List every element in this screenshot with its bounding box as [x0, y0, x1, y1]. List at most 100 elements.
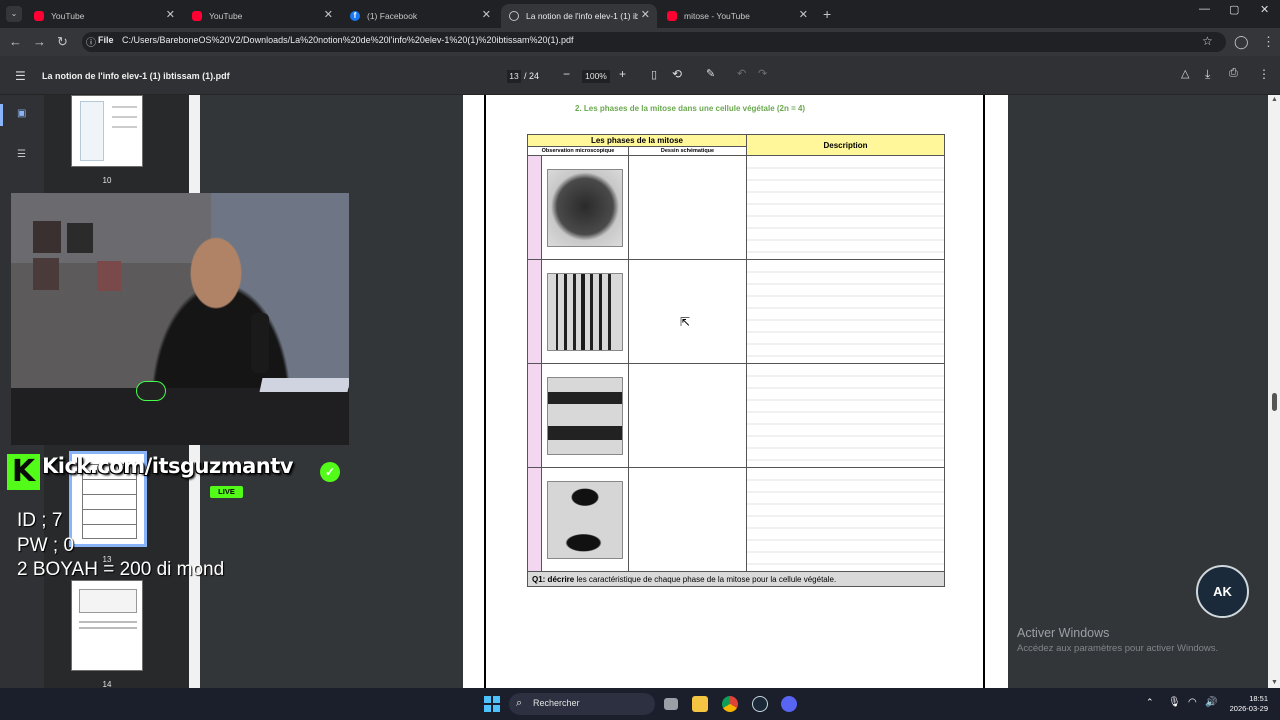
- drawing-cell[interactable]: [628, 155, 747, 260]
- close-icon[interactable]: ✕: [482, 8, 491, 21]
- tab-mitose-youtube[interactable]: mitose - YouTube ✕: [659, 4, 815, 28]
- window-close-button[interactable]: ✕: [1260, 3, 1269, 16]
- zoom-input[interactable]: 100%: [582, 70, 610, 83]
- back-arrow-icon[interactable]: ←: [9, 34, 22, 50]
- tab-search-button[interactable]: ⌄: [6, 6, 22, 22]
- close-icon[interactable]: ✕: [324, 8, 333, 21]
- description-cell[interactable]: [746, 363, 945, 468]
- document-scrollbar[interactable]: [1268, 95, 1280, 688]
- pdf-title: La notion de l'info elev-1 (1) ibtissam …: [42, 71, 230, 81]
- annotate-icon[interactable]: ✎: [706, 67, 715, 80]
- mitosis-table: Les phases de la mitose Description Obse…: [527, 134, 945, 587]
- tray-chevron-icon[interactable]: ⌃: [1146, 697, 1154, 708]
- volume-icon[interactable]: 🔊: [1205, 697, 1217, 708]
- table-row: [527, 155, 945, 260]
- question-text: les caractéristique de chaque phase de l…: [574, 574, 837, 584]
- table-row: [527, 467, 945, 572]
- microphone: [251, 313, 269, 373]
- tab-youtube-2[interactable]: YouTube ✕: [184, 4, 340, 28]
- restore-button[interactable]: ▢: [1229, 3, 1239, 16]
- table-row: [527, 363, 945, 468]
- page-number-input[interactable]: 13: [507, 70, 521, 83]
- rotate-icon[interactable]: ⟲: [672, 67, 682, 81]
- wall-poster: [67, 223, 93, 253]
- url-text[interactable]: C:/Users/BareboneOS%20V2/Downloads/La%20…: [122, 35, 573, 45]
- tab-youtube-1[interactable]: YouTube ✕: [26, 4, 182, 28]
- close-icon[interactable]: ✕: [799, 8, 808, 21]
- file-explorer-icon[interactable]: [692, 696, 708, 712]
- page-border: [484, 95, 486, 688]
- question-label: Q1: décrire: [532, 574, 575, 584]
- activate-windows-title: Activer Windows: [1017, 626, 1110, 640]
- bookmark-star-icon[interactable]: ☆: [1202, 34, 1213, 48]
- close-icon[interactable]: ✕: [166, 8, 175, 21]
- micro-image-cell: [541, 467, 629, 572]
- kick-url: Kick.com/itsguzmantv: [42, 454, 293, 478]
- tab-title: mitose - YouTube: [684, 11, 750, 21]
- desk: [11, 388, 349, 445]
- scrollbar-thumb[interactable]: [1272, 393, 1277, 411]
- zoom-in-icon[interactable]: +: [619, 67, 626, 81]
- activate-windows-subtitle: Accédez aux paramètres pour activer Wind…: [1017, 643, 1219, 654]
- drive-icon[interactable]: △: [1181, 67, 1189, 80]
- scroll-down-icon[interactable]: ▼: [1271, 679, 1278, 686]
- outline-icon[interactable]: ☰: [17, 149, 26, 160]
- info-icon[interactable]: ⓘ: [86, 34, 96, 49]
- tab-pdf[interactable]: La notion de l'info elev-1 (1) ib ✕: [501, 4, 657, 28]
- page-thumbnail-10[interactable]: [71, 95, 143, 167]
- drawing-cell[interactable]: [628, 363, 747, 468]
- description-cell[interactable]: [746, 259, 945, 364]
- drawing-subheader: Dessin schématique: [628, 146, 747, 156]
- menu-dots-icon[interactable]: ⋮: [1262, 34, 1275, 50]
- tab-title: YouTube: [209, 11, 243, 21]
- reload-icon[interactable]: ↻: [57, 34, 68, 50]
- discord-icon[interactable]: [781, 696, 797, 712]
- forward-arrow-icon[interactable]: →: [33, 34, 46, 50]
- task-view-icon[interactable]: [664, 698, 678, 710]
- close-icon[interactable]: ✕: [641, 8, 650, 21]
- thumbnail-label: 10: [102, 176, 112, 185]
- section-heading: 2. Les phases de la mitose dans une cell…: [575, 104, 806, 113]
- drawing-cell[interactable]: [628, 259, 747, 364]
- new-tab-button[interactable]: +: [823, 6, 831, 22]
- sidebar-menu-icon[interactable]: ☰: [15, 69, 26, 83]
- download-icon[interactable]: ⤓: [1205, 67, 1210, 82]
- description-cell[interactable]: [746, 467, 945, 572]
- wall-poster: [97, 261, 121, 291]
- search-icon: ⌕: [516, 697, 523, 709]
- steam-icon[interactable]: [752, 696, 768, 712]
- microphone-icon[interactable]: 🎙: [1168, 697, 1181, 708]
- browser-tab-strip: ⌄ YouTube ✕ YouTube ✕ f (1) Facebook ✕ L…: [0, 0, 1280, 28]
- tab-title: (1) Facebook: [367, 11, 418, 21]
- drawing-cell[interactable]: [628, 467, 747, 572]
- start-windows-icon[interactable]: [484, 696, 500, 712]
- micro-image-cell: [541, 259, 629, 364]
- tab-facebook[interactable]: f (1) Facebook ✕: [342, 4, 498, 28]
- thumbnails-icon[interactable]: ▣: [17, 108, 26, 119]
- page-thumbnail-14[interactable]: [71, 580, 143, 671]
- question-cell: Q1: décrire les caractéristique de chaqu…: [527, 571, 945, 587]
- tab-title: La notion de l'info elev-1 (1) ib: [526, 11, 638, 21]
- wifi-icon[interactable]: ◠: [1188, 697, 1197, 708]
- minimize-button[interactable]: —: [1199, 3, 1210, 15]
- micro-image-cell: [541, 363, 629, 468]
- zoom-out-icon[interactable]: −: [563, 67, 570, 81]
- page-border: [983, 95, 985, 688]
- more-options-icon[interactable]: ⋮: [1258, 67, 1270, 81]
- chrome-icon[interactable]: [722, 696, 738, 712]
- taskbar-clock[interactable]: 18:51 2026-03-29: [1226, 694, 1268, 714]
- profile-icon[interactable]: ◯: [1234, 34, 1249, 50]
- redo-icon[interactable]: ↷: [758, 67, 767, 80]
- question-row: Q1: décrire les caractéristique de chaqu…: [527, 571, 945, 587]
- description-cell[interactable]: [746, 155, 945, 260]
- print-icon[interactable]: ⎙: [1229, 67, 1238, 80]
- anaphase-micrograph: [547, 376, 623, 455]
- verified-check-icon: ✓: [320, 462, 340, 482]
- clock-time: 18:51: [1249, 694, 1268, 703]
- scroll-up-icon[interactable]: ▲: [1271, 96, 1278, 103]
- table-row: [527, 259, 945, 364]
- taskbar-search-box[interactable]: [509, 693, 655, 715]
- fit-page-icon[interactable]: ▯: [651, 68, 657, 81]
- undo-icon[interactable]: ↶: [737, 67, 746, 80]
- tab-title: YouTube: [51, 11, 85, 21]
